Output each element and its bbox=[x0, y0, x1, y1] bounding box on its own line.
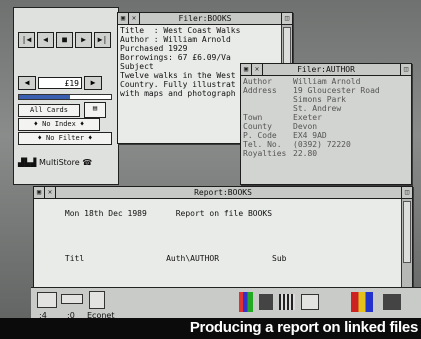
close-icon[interactable]: ✕ bbox=[252, 64, 263, 75]
record-number-field[interactable]: £19 bbox=[38, 77, 82, 89]
record-line: Purchased 1929 bbox=[120, 44, 188, 53]
close-icon[interactable]: ✕ bbox=[45, 187, 56, 198]
report-heading: Report on file BOOKS bbox=[175, 209, 273, 218]
previous-record-button[interactable]: ◀ bbox=[37, 32, 54, 48]
record-line: Borrowings: 67 £6.09/Va bbox=[120, 53, 231, 62]
report-body: Mon 18th Dec 1989 Report on file BOOKS T… bbox=[36, 200, 400, 285]
multistore-icon[interactable] bbox=[383, 294, 401, 310]
toggle-size-icon[interactable]: ◫ bbox=[281, 13, 292, 24]
field-value[interactable]: 22.80 bbox=[293, 149, 317, 158]
field-label: Town bbox=[243, 113, 263, 122]
field-value[interactable]: (0392) 72220 bbox=[293, 140, 351, 149]
no-filter-button[interactable]: ♦ No Filter ♦ bbox=[18, 132, 112, 145]
field-value[interactable]: Exeter bbox=[293, 113, 322, 122]
step-back-icon[interactable]: ◀ bbox=[18, 76, 36, 90]
app-icon[interactable] bbox=[259, 294, 273, 310]
floppy-drive-icon[interactable] bbox=[37, 292, 57, 308]
toggle-size-icon[interactable]: ◫ bbox=[401, 187, 412, 198]
author-field-row: County Devon bbox=[243, 122, 407, 131]
column-subject: Sub bbox=[272, 254, 287, 263]
all-cards-button[interactable]: All Cards bbox=[18, 104, 80, 117]
field-value[interactable]: William Arnold bbox=[293, 77, 360, 86]
network-icon[interactable] bbox=[89, 291, 105, 309]
column-author: Auth\AUTHOR bbox=[166, 254, 220, 263]
caption-bar: Producing a report on linked files bbox=[0, 318, 421, 339]
author-field-row: Address 19 Gloucester Road bbox=[243, 86, 407, 95]
app-name: MultiStore bbox=[39, 158, 80, 167]
first-record-button[interactable]: |◀ bbox=[18, 32, 35, 48]
report-header-line: Mon 18th Dec 1989 Report on file BOOKS bbox=[36, 200, 400, 227]
record-progress-fill bbox=[19, 95, 70, 99]
monitor-icon[interactable] bbox=[301, 294, 319, 310]
toggle-size-icon[interactable]: ◫ bbox=[400, 64, 411, 75]
phone-icon: ☎ bbox=[82, 158, 93, 167]
field-value[interactable]: Simons Park bbox=[293, 95, 346, 104]
record-line: Author : William Arnold bbox=[120, 35, 231, 44]
report-window: Report:BOOKS ▣ ✕ ◫ Mon 18th Dec 1989 Rep… bbox=[33, 186, 413, 288]
record-navigator: ◀ £19 ▶ bbox=[18, 76, 102, 90]
author-field-row: Tel. No. (0392) 72220 bbox=[243, 140, 407, 149]
author-field-row: Royalties 22.80 bbox=[243, 149, 407, 158]
grid-icon[interactable] bbox=[279, 294, 295, 310]
column-title: Titl bbox=[64, 254, 85, 263]
city-icon: ▟▙▟ bbox=[18, 158, 37, 167]
author-field-row: P. Code EX4 9AD bbox=[243, 131, 407, 140]
step-forward-icon[interactable]: ▶ bbox=[84, 76, 102, 90]
no-index-button[interactable]: ♦ No Index ♦ bbox=[18, 118, 100, 131]
palette-icon[interactable] bbox=[351, 292, 373, 312]
window-title: Filer:BOOKS bbox=[118, 13, 292, 25]
field-label: Address bbox=[243, 86, 277, 95]
scroll-thumb[interactable] bbox=[403, 201, 411, 263]
author-field-row: Author William Arnold bbox=[243, 77, 407, 86]
record-progress-bar bbox=[18, 94, 112, 100]
record-line: Title : West Coast Walks bbox=[120, 26, 241, 35]
field-value[interactable]: EX4 9AD bbox=[293, 131, 327, 140]
back-icon[interactable]: ▣ bbox=[118, 13, 129, 24]
author-record: Author William Arnold Address 19 Gloucester… bbox=[243, 77, 407, 182]
report-date: Mon 18th Dec 1989 bbox=[64, 209, 147, 218]
caption-text: Producing a report on linked files bbox=[189, 319, 418, 336]
back-icon[interactable]: ▣ bbox=[241, 64, 252, 75]
field-label: Royalties bbox=[243, 149, 287, 158]
author-field-row: Simons Park bbox=[243, 95, 407, 104]
stop-button[interactable]: ■ bbox=[56, 32, 73, 48]
window-title: Filer:AUTHOR bbox=[241, 64, 411, 76]
field-value[interactable]: St. Andrew bbox=[293, 104, 341, 113]
back-icon[interactable]: ▣ bbox=[34, 187, 45, 198]
hard-disc-icon[interactable] bbox=[61, 294, 83, 304]
next-record-button[interactable]: ▶ bbox=[75, 32, 92, 48]
field-value[interactable]: Devon bbox=[293, 122, 317, 131]
vertical-scrollbar[interactable] bbox=[401, 199, 412, 287]
window-title: Report:BOOKS bbox=[34, 187, 412, 199]
icon-bar: :4 :0 Econet bbox=[31, 287, 421, 320]
field-value[interactable]: 19 Gloucester Road bbox=[293, 86, 380, 95]
cards-icon[interactable]: ▤ bbox=[84, 102, 106, 118]
multistore-panel: |◀ ◀ ■ ▶ ▶| ◀ £19 ▶ All Cards ▤ ♦ No Ind… bbox=[13, 7, 119, 185]
author-field-row: Town Exeter bbox=[243, 113, 407, 122]
multistore-logo: ▟▙▟ MultiStore ☎ bbox=[18, 158, 92, 167]
report-column-headers: Titl Auth\AUTHOR Sub bbox=[36, 245, 400, 272]
filer-author-window: Filer:AUTHOR ▣ ✕ ◫ Author William Arnold A… bbox=[240, 63, 412, 185]
paint-icon[interactable] bbox=[239, 292, 253, 312]
last-record-button[interactable]: ▶| bbox=[94, 32, 111, 48]
author-field-row: St. Andrew bbox=[243, 104, 407, 113]
field-label: County bbox=[243, 122, 272, 131]
field-label: P. Code bbox=[243, 131, 277, 140]
record-controls: |◀ ◀ ■ ▶ ▶| bbox=[18, 32, 111, 48]
field-label: Author bbox=[243, 77, 272, 86]
close-icon[interactable]: ✕ bbox=[129, 13, 140, 24]
field-label: Tel. No. bbox=[243, 140, 282, 149]
